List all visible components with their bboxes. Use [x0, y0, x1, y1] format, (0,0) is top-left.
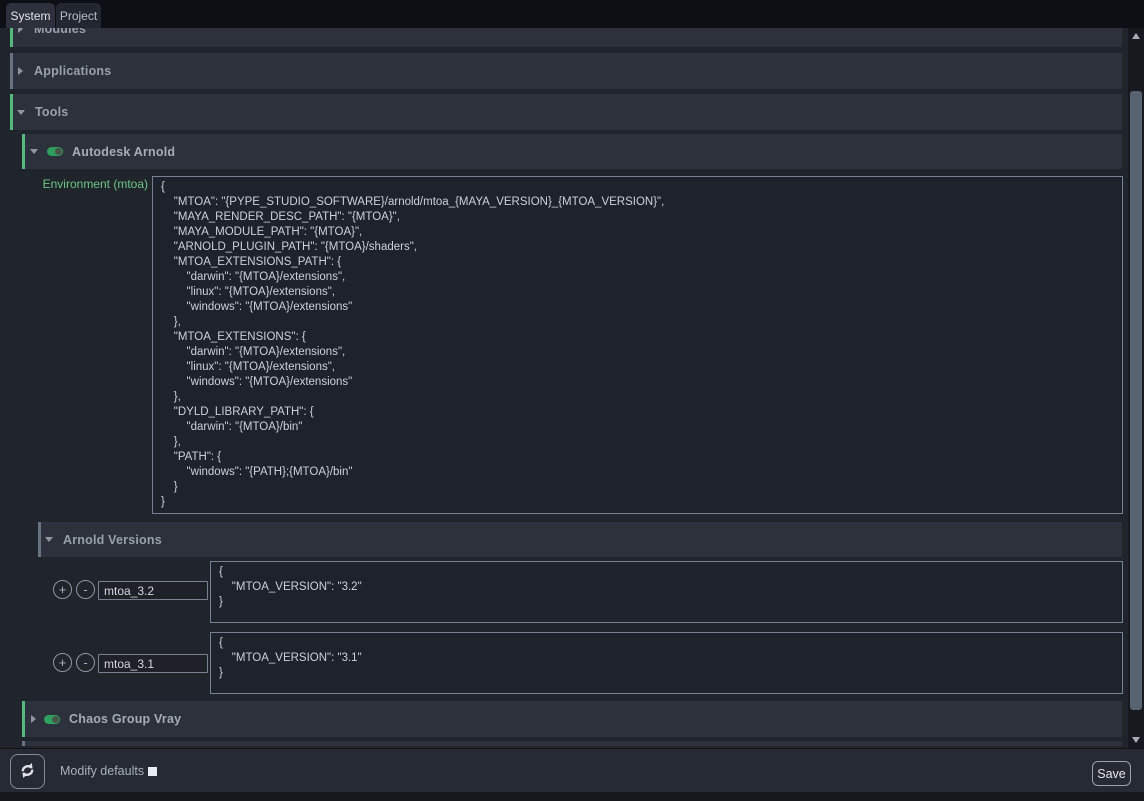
add-version-button[interactable]: +: [53, 580, 72, 599]
version-json-editor[interactable]: { "MTOA_VERSION": "3.1" }: [210, 632, 1123, 694]
tab-project-label: Project: [60, 9, 97, 23]
save-button-label: Save: [1097, 767, 1126, 781]
scroll-up-icon[interactable]: [1132, 33, 1140, 39]
section-label-tools: Tools: [35, 105, 68, 119]
toggle-knob: [52, 716, 59, 723]
section-header-applications[interactable]: Applications: [10, 53, 1122, 89]
environment-label: Environment (mtoa): [0, 177, 148, 191]
tab-bar: System Project: [0, 0, 1144, 28]
vray-enabled-toggle[interactable]: [44, 715, 60, 724]
bottom-bar: Modify defaults Save: [0, 748, 1144, 792]
environment-json-editor[interactable]: { "MTOA": "{PYPE_STUDIO_SOFTWARE}/arnold…: [152, 176, 1123, 514]
refresh-button[interactable]: [10, 754, 45, 789]
clipped-next-row: [22, 741, 1122, 746]
section-header-tools[interactable]: Tools: [10, 94, 1122, 130]
version-name-input[interactable]: [98, 654, 208, 673]
version-name-input[interactable]: [98, 581, 208, 600]
plus-icon: +: [59, 582, 67, 597]
modify-defaults-checkbox[interactable]: [148, 767, 157, 776]
caret-right-icon: [18, 67, 23, 75]
remove-version-button[interactable]: -: [76, 580, 95, 599]
minus-icon: -: [83, 582, 87, 597]
caret-down-icon: [30, 149, 38, 154]
section-label-arnold-versions: Arnold Versions: [63, 533, 162, 547]
tab-project[interactable]: Project: [56, 3, 101, 28]
caret-down-icon: [45, 537, 53, 542]
add-version-button[interactable]: +: [53, 653, 72, 672]
caret-right-icon: [31, 715, 36, 723]
section-header-arnold-versions[interactable]: Arnold Versions: [38, 522, 1122, 557]
settings-scroll-area: Modules Applications Tools Autodesk Arno…: [0, 28, 1128, 748]
tool-group-header-vray[interactable]: Chaos Group Vray: [22, 701, 1122, 737]
window-footer: [0, 792, 1144, 801]
tool-group-label-vray: Chaos Group Vray: [69, 712, 181, 726]
modify-defaults-label: Modify defaults: [60, 749, 144, 793]
section-label-applications: Applications: [34, 64, 111, 78]
tool-group-header-arnold[interactable]: Autodesk Arnold: [22, 134, 1122, 169]
caret-down-icon: [17, 110, 25, 115]
arnold-enabled-toggle[interactable]: [47, 147, 63, 156]
settings-window: System Project Modules Applications Tool…: [0, 0, 1144, 801]
caret-right-icon: [18, 28, 23, 33]
section-header-modules[interactable]: Modules: [10, 28, 1122, 47]
vertical-scrollbar[interactable]: [1128, 28, 1144, 748]
tool-group-label-arnold: Autodesk Arnold: [72, 145, 175, 159]
tab-system-label: System: [10, 9, 50, 23]
remove-version-button[interactable]: -: [76, 653, 95, 672]
section-label-modules: Modules: [34, 28, 86, 36]
minus-icon: -: [83, 655, 87, 670]
refresh-icon: [18, 761, 37, 783]
version-json-editor[interactable]: { "MTOA_VERSION": "3.2" }: [210, 561, 1123, 623]
plus-icon: +: [59, 655, 67, 670]
tab-system[interactable]: System: [6, 3, 55, 28]
scrollbar-thumb[interactable]: [1130, 91, 1142, 710]
toggle-knob: [55, 148, 62, 155]
save-button[interactable]: Save: [1092, 761, 1131, 786]
scroll-down-icon[interactable]: [1132, 737, 1140, 743]
